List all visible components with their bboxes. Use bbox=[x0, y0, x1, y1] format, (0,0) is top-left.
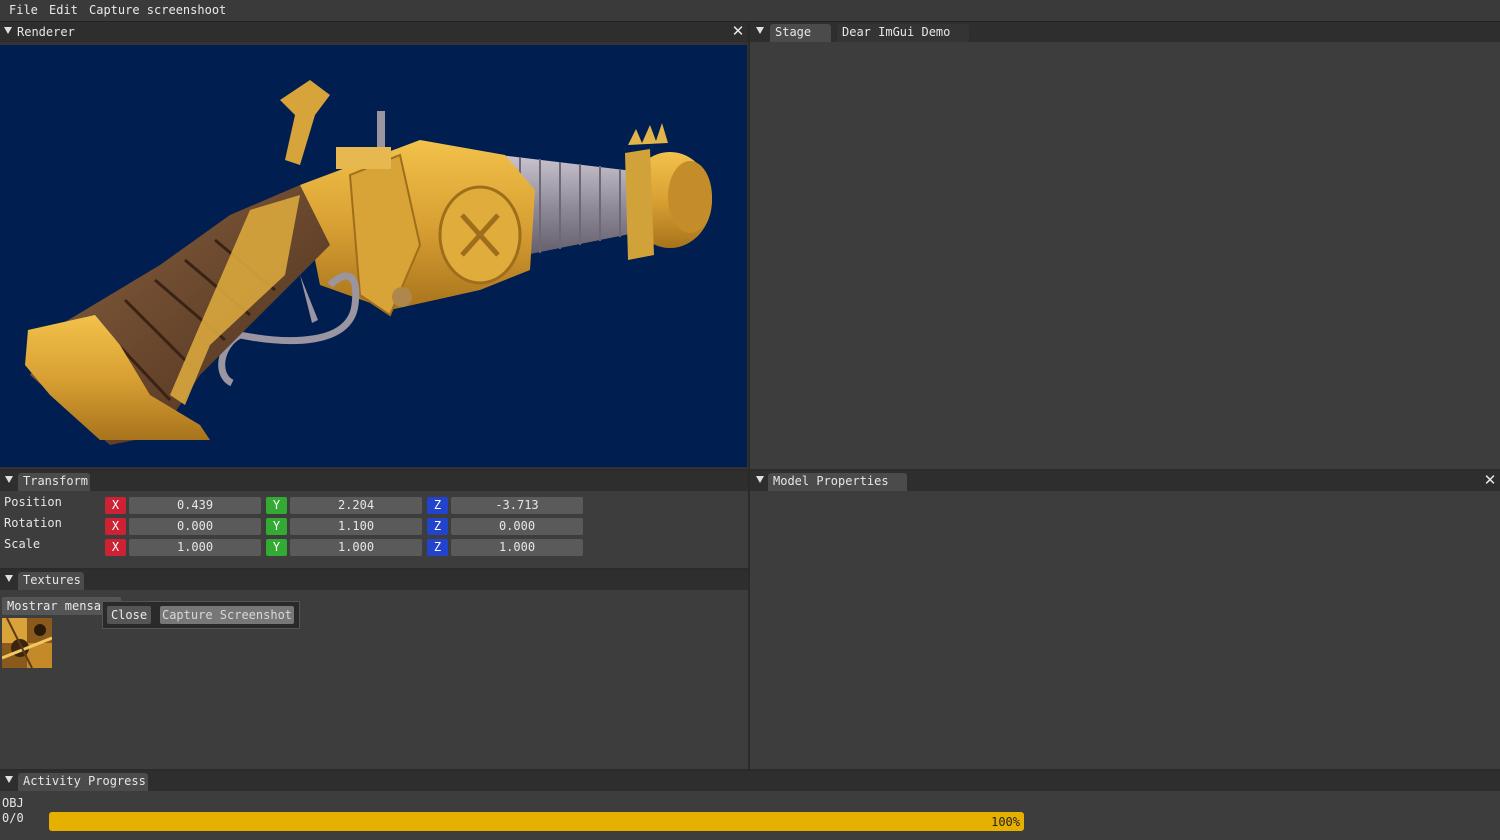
menu-capture-screenshoot[interactable]: Capture screenshoot bbox=[89, 3, 226, 17]
pistol-model-image bbox=[25, 80, 712, 445]
renderer-title: Renderer bbox=[17, 25, 75, 39]
progress-bar: 100% bbox=[49, 812, 1024, 831]
axis-x-badge: X bbox=[105, 518, 126, 535]
transform-header: Transform bbox=[0, 471, 748, 491]
capture-screenshot-button[interactable]: Capture Screenshot bbox=[160, 606, 294, 624]
axis-y-badge: Y bbox=[266, 497, 287, 514]
transform-position-z-field[interactable]: -3.713 bbox=[451, 497, 583, 514]
transform-rotation-x-field[interactable]: 0.000 bbox=[129, 518, 261, 535]
job-count: 0/0 bbox=[2, 811, 24, 825]
renderer-viewport[interactable] bbox=[0, 45, 747, 467]
model-properties-header: Model Properties ✕ bbox=[750, 471, 1500, 491]
axis-z-badge: Z bbox=[427, 518, 448, 535]
close-button[interactable]: Close bbox=[107, 606, 151, 624]
stage-panel: Stage Dear ImGui Demo bbox=[750, 22, 1500, 469]
screenshot-popup: Close Capture Screenshot bbox=[102, 601, 300, 629]
transform-scale-y-field[interactable]: 1.000 bbox=[290, 539, 422, 556]
transform-rotation-y-field[interactable]: 1.100 bbox=[290, 518, 422, 535]
close-icon[interactable]: ✕ bbox=[731, 23, 745, 39]
collapse-triangle-icon[interactable] bbox=[5, 575, 13, 582]
transform-row-label: Position bbox=[4, 495, 62, 509]
collapse-triangle-icon[interactable] bbox=[5, 476, 13, 483]
activity-progress-header: Activity Progress bbox=[0, 771, 1500, 791]
menu-edit[interactable]: Edit bbox=[49, 3, 78, 17]
axis-z-badge: Z bbox=[427, 539, 448, 556]
transform-position-x-field[interactable]: 0.439 bbox=[129, 497, 261, 514]
menu-bar: File Edit Capture screenshoot bbox=[0, 0, 1500, 22]
job-name: OBJ bbox=[2, 796, 24, 810]
progress-fill bbox=[49, 812, 1024, 831]
transform-row-label: Scale bbox=[4, 537, 41, 551]
tab-stage[interactable]: Stage bbox=[770, 24, 831, 42]
axis-x-badge: X bbox=[105, 497, 126, 514]
tab-stage-label: Stage bbox=[775, 25, 812, 39]
transform-scale-z-field[interactable]: 1.000 bbox=[451, 539, 583, 556]
model-properties-panel: Model Properties ✕ bbox=[750, 471, 1500, 769]
transform-rotation-z-field[interactable]: 0.000 bbox=[451, 518, 583, 535]
axis-y-badge: Y bbox=[266, 518, 287, 535]
tab-dear-imgui-demo[interactable]: Dear ImGui Demo bbox=[837, 24, 969, 42]
tab-transform[interactable]: Transform bbox=[18, 473, 90, 491]
tab-model-properties-label: Model Properties bbox=[773, 474, 889, 488]
dock-splitter[interactable] bbox=[748, 22, 750, 771]
transform-row-label: Rotation bbox=[4, 516, 62, 530]
tab-textures-label: Textures bbox=[23, 573, 81, 587]
tab-activity-progress[interactable]: Activity Progress bbox=[18, 773, 148, 791]
renderer-header: Renderer ✕ bbox=[0, 22, 748, 42]
axis-y-badge: Y bbox=[266, 539, 287, 556]
tab-transform-label: Transform bbox=[23, 474, 89, 488]
collapse-triangle-icon[interactable] bbox=[756, 476, 764, 483]
textures-header: Textures bbox=[0, 570, 748, 590]
tab-dear-imgui-demo-label: Dear ImGui Demo bbox=[842, 25, 951, 39]
collapse-triangle-icon[interactable] bbox=[5, 776, 13, 783]
close-icon[interactable]: ✕ bbox=[1483, 472, 1497, 488]
collapse-triangle-icon[interactable] bbox=[756, 27, 764, 34]
texture-thumbnail-icon[interactable] bbox=[2, 618, 52, 668]
menu-file[interactable]: File bbox=[9, 3, 38, 17]
axis-z-badge: Z bbox=[427, 497, 448, 514]
progress-label: 100% bbox=[991, 815, 1020, 829]
collapse-triangle-icon[interactable] bbox=[4, 27, 12, 34]
tab-textures[interactable]: Textures bbox=[18, 572, 84, 590]
transform-scale-x-field[interactable]: 1.000 bbox=[129, 539, 261, 556]
axis-x-badge: X bbox=[105, 539, 126, 556]
stage-header: Stage Dear ImGui Demo bbox=[750, 22, 1500, 42]
tab-model-properties[interactable]: Model Properties bbox=[768, 473, 907, 491]
transform-position-y-field[interactable]: 2.204 bbox=[290, 497, 422, 514]
tab-activity-progress-label: Activity Progress bbox=[23, 774, 146, 788]
